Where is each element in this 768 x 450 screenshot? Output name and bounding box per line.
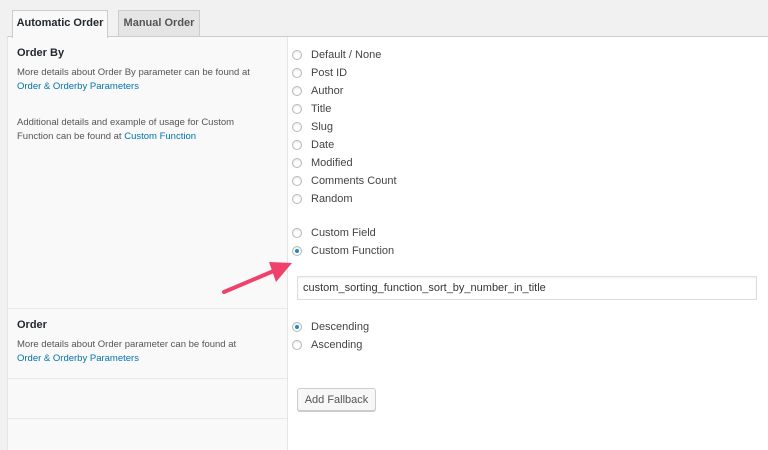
tab-automatic-order[interactable]: Automatic Order xyxy=(12,10,108,38)
annotation-arrow-icon xyxy=(222,262,292,294)
